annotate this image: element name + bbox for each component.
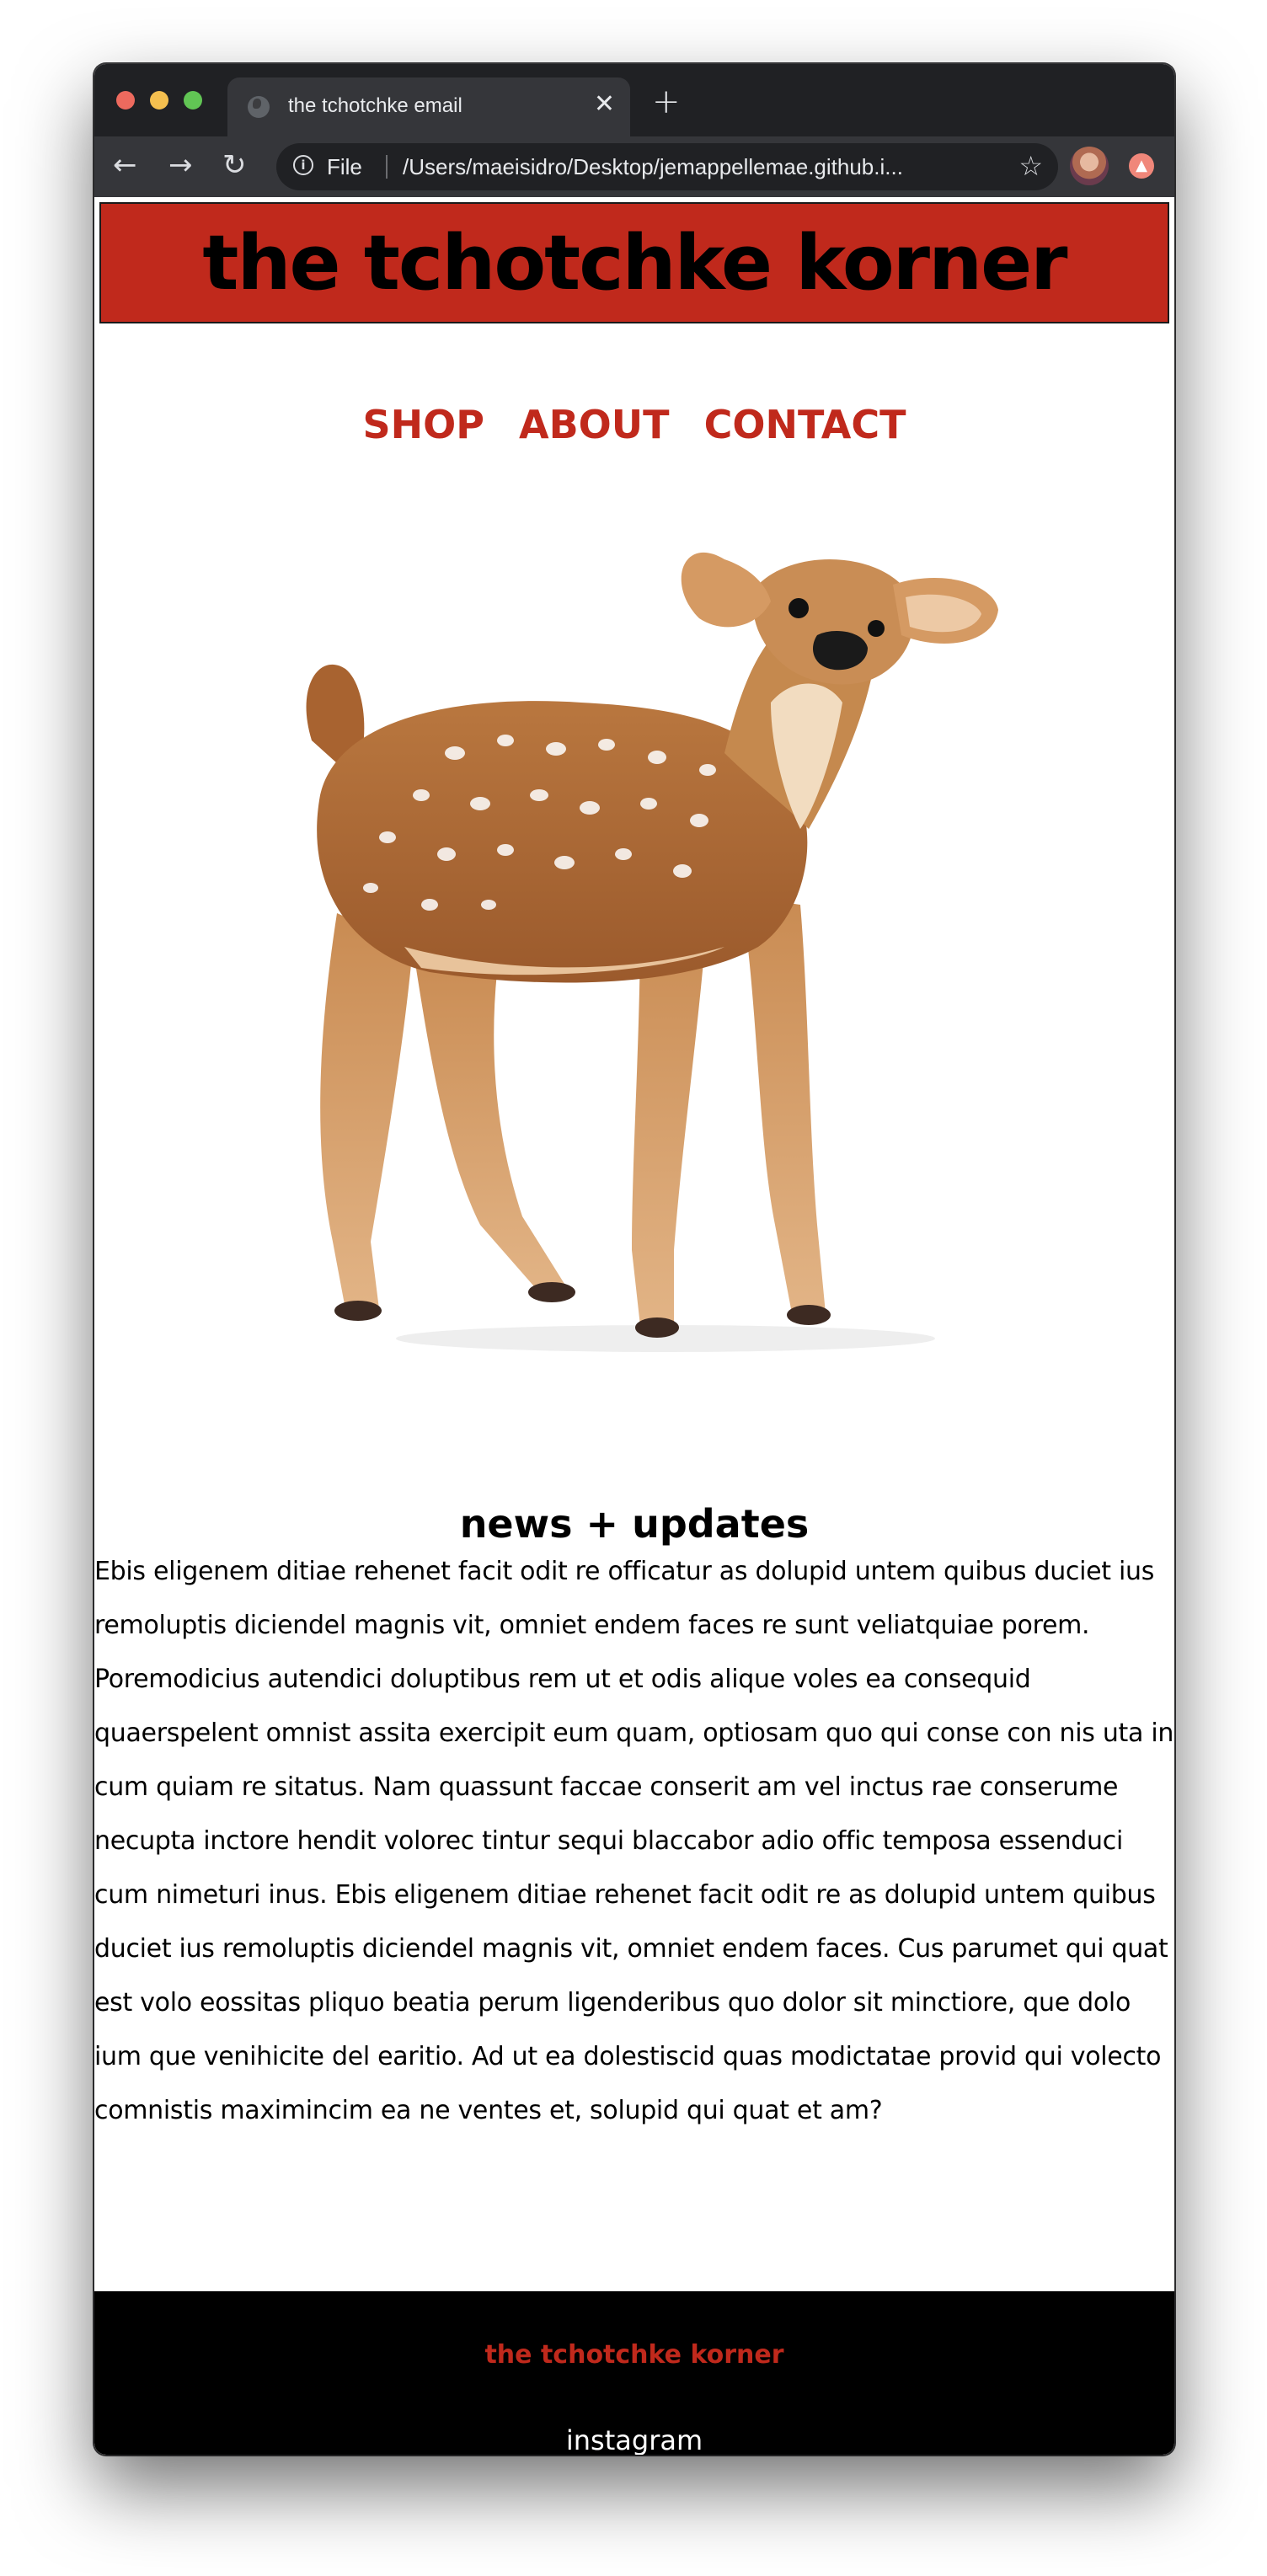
news-body-text: Ebis eligenem ditiae rehenet facit odit …	[94, 1557, 1174, 2125]
fawn-figurine-image	[306, 552, 998, 1352]
tab-strip: the tchotchke email ✕ +	[94, 64, 1174, 136]
close-tab-icon[interactable]: ✕	[594, 89, 615, 119]
address-bar[interactable]: i File /Users/maeisidro/Desktop/jemappel…	[276, 143, 1058, 190]
site-nav: SHOP ABOUT CONTACT	[94, 402, 1174, 447]
url-scheme-label: File	[327, 154, 362, 179]
close-window-button[interactable]	[116, 91, 135, 110]
instagram-link[interactable]: instagram	[94, 2424, 1174, 2455]
web-page: the tchotchke korner SHOP ABOUT CONTACT	[94, 197, 1174, 2455]
new-tab-icon[interactable]: +	[652, 83, 681, 121]
minimize-window-button[interactable]	[150, 91, 168, 110]
forward-arrow-icon[interactable]: →	[168, 148, 193, 182]
nav-shop-link[interactable]: SHOP	[362, 402, 484, 447]
info-icon[interactable]: i	[293, 155, 313, 175]
site-footer: the tchotchke korner instagram	[94, 2291, 1174, 2455]
reload-icon[interactable]: ↻	[222, 148, 247, 182]
window-controls	[116, 91, 202, 110]
news-heading: news + updates	[459, 1501, 810, 1547]
globe-icon	[248, 96, 270, 118]
browser-window: the tchotchke email ✕ + ← → ↻ i File /Us…	[94, 64, 1174, 2455]
url-text[interactable]: /Users/maeisidro/Desktop/jemappellemae.g…	[403, 154, 903, 180]
active-tab[interactable]: the tchotchke email ✕	[227, 77, 630, 136]
back-arrow-icon[interactable]: ←	[113, 148, 137, 182]
nav-about-link[interactable]: ABOUT	[519, 402, 670, 447]
site-title: the tchotchke korner	[202, 218, 1067, 307]
maximize-window-button[interactable]	[184, 91, 202, 110]
site-header-banner: the tchotchke korner	[99, 202, 1169, 323]
bookmark-star-icon[interactable]: ☆	[1018, 150, 1043, 182]
nav-contact-link[interactable]: CONTACT	[704, 402, 906, 447]
browser-toolbar: ← → ↻ i File /Users/maeisidro/Desktop/je…	[94, 136, 1174, 197]
tab-title: the tchotchke email	[288, 94, 462, 117]
profile-avatar[interactable]	[1070, 147, 1109, 185]
extension-icon[interactable]: ▲	[1129, 153, 1154, 179]
footer-brand: the tchotchke korner	[484, 2340, 784, 2370]
address-divider	[386, 155, 388, 179]
